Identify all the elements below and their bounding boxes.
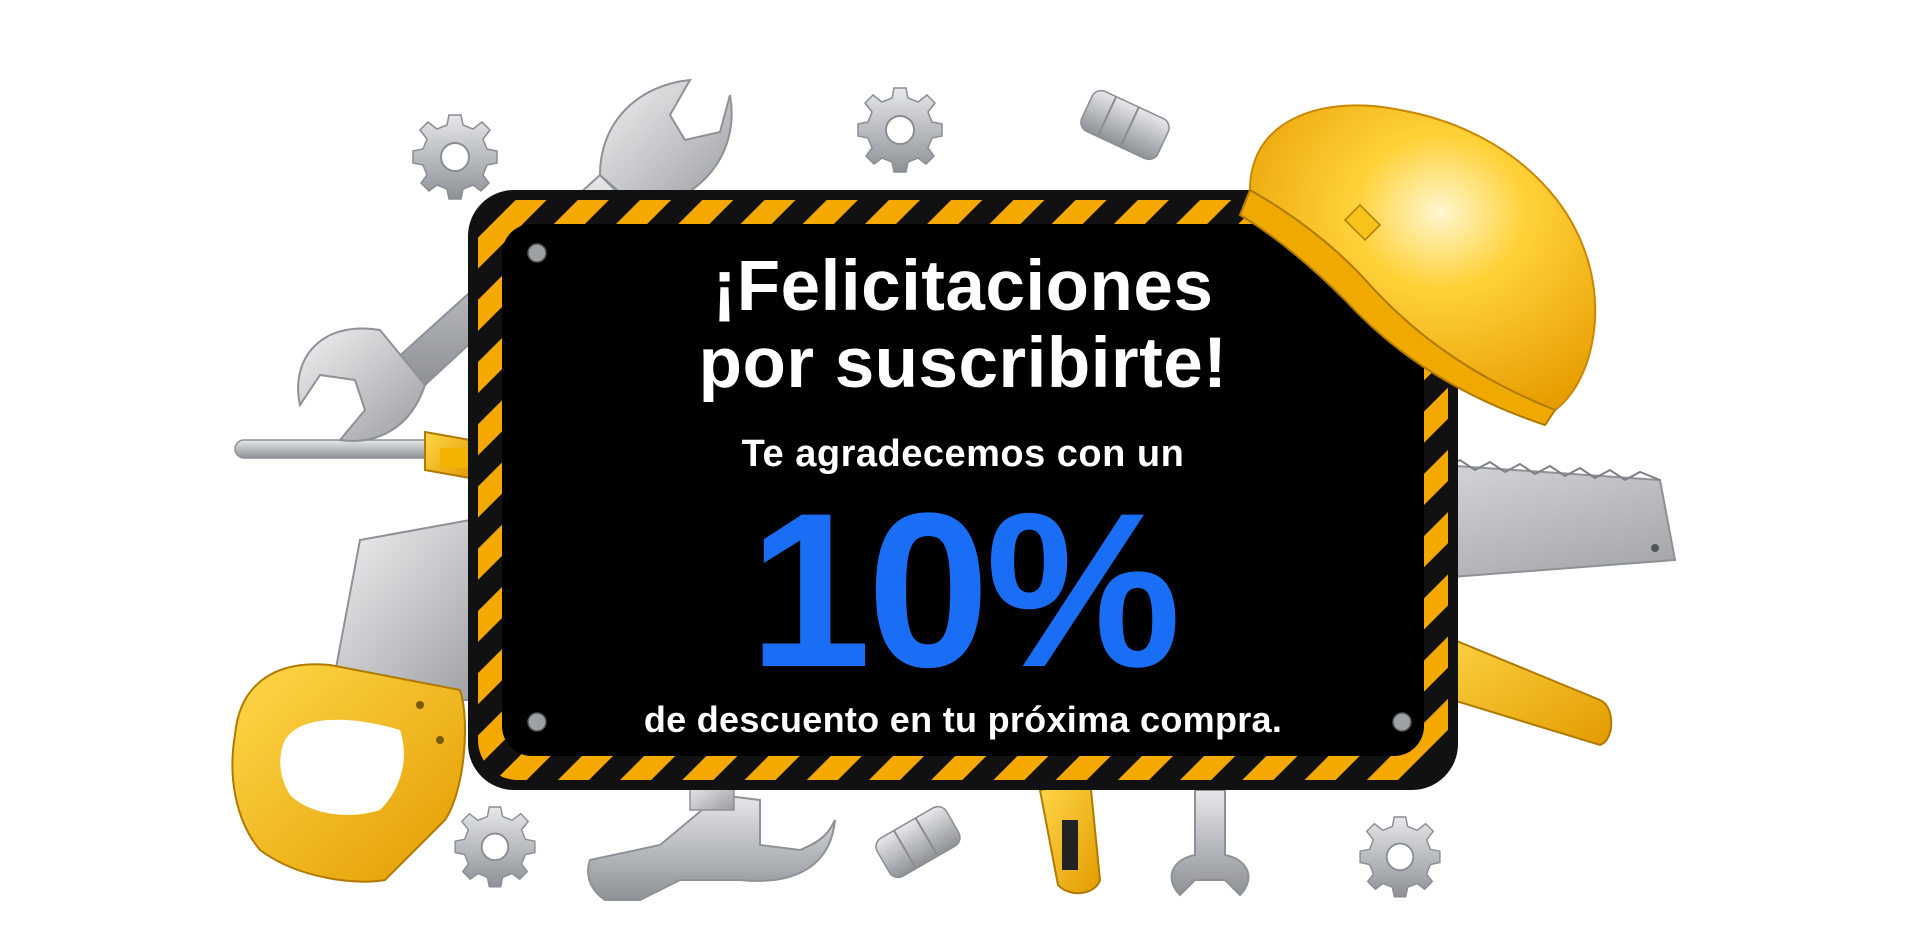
discount-value: 10% — [748, 467, 1181, 713]
wrench-icon — [1170, 789, 1250, 897]
sign-text-area: ¡Felicitaciones por suscribirte! Te agra… — [478, 195, 1448, 755]
gear-icon — [857, 87, 943, 173]
bolt-nut-icon — [1080, 89, 1170, 161]
hammer-icon — [587, 779, 836, 901]
headline-line-1: ¡Felicitaciones — [712, 247, 1214, 326]
headline-line-2: por suscribirte! — [698, 324, 1228, 403]
gear-icon — [412, 114, 498, 200]
gear-icon — [1359, 816, 1441, 898]
bolt-nut-icon — [875, 805, 961, 879]
discount-detail: de descuento en tu próxima compra. — [643, 699, 1283, 740]
screwdriver-handle — [1038, 778, 1102, 895]
gear-icon — [454, 806, 536, 888]
